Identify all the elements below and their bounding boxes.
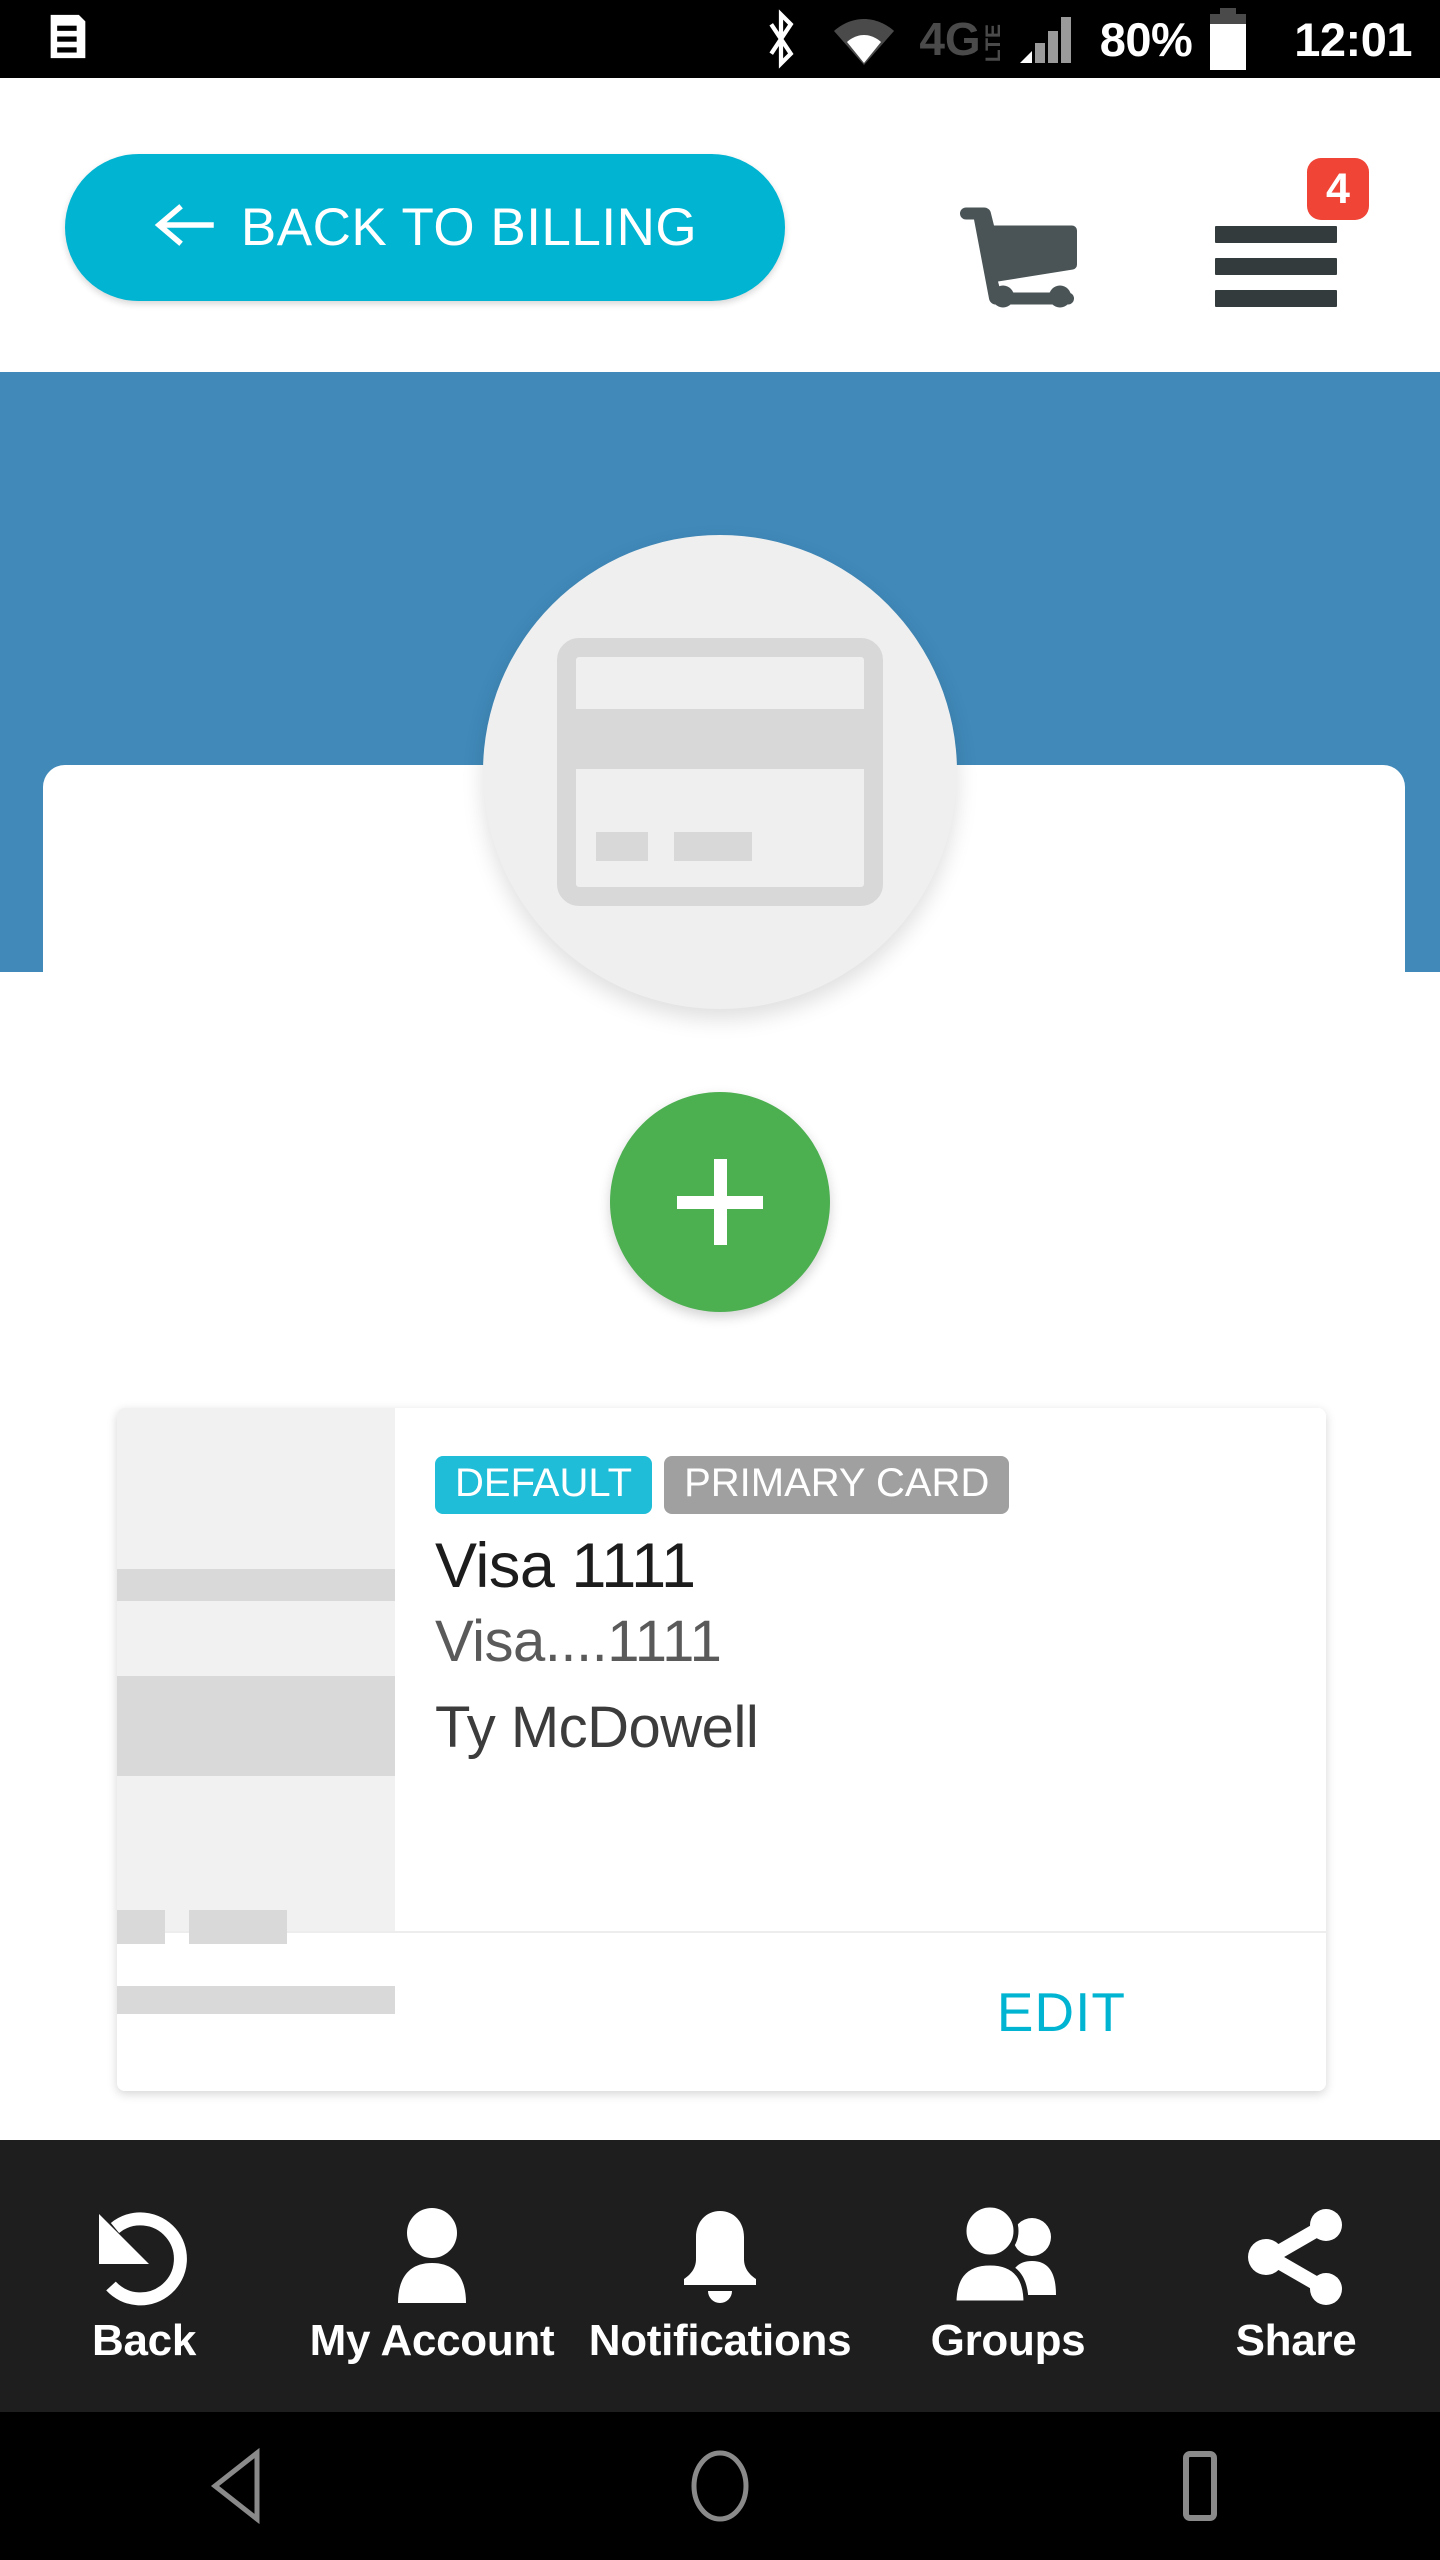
nav-item-back[interactable]: Back — [0, 2140, 288, 2412]
placeholder-bar-4 — [189, 1910, 287, 1944]
status-bar: 4G LTE 80% 12:01 — [0, 0, 1440, 78]
credit-card-icon — [557, 638, 883, 906]
nav-item-notifications[interactable]: Notifications — [576, 2140, 864, 2412]
share-icon — [1244, 2201, 1348, 2313]
card-magnetic-stripe — [576, 709, 864, 769]
nav-label-groups: Groups — [930, 2316, 1086, 2365]
nav-label-my-account: My Account — [309, 2316, 555, 2365]
battery-percent-label: 80% — [1099, 12, 1193, 66]
payment-method-badges: DEFAULT PRIMARY CARD — [435, 1456, 1326, 1514]
nav-label-share: Share — [1235, 2316, 1357, 2365]
menu-bar-2 — [1215, 258, 1337, 275]
menu-bar-1 — [1215, 226, 1337, 243]
edit-payment-method-button[interactable]: EDIT — [997, 1980, 1126, 2044]
payment-method-card[interactable]: DEFAULT PRIMARY CARD Visa 1111 Visa....1… — [117, 1408, 1326, 2091]
hamburger-menu-icon[interactable]: 4 — [1215, 158, 1369, 308]
payment-method-details: DEFAULT PRIMARY CARD Visa 1111 Visa....1… — [395, 1408, 1326, 1931]
credit-card-hero-avatar — [483, 535, 957, 1009]
square-recents-icon[interactable] — [960, 2447, 1440, 2525]
undo-arrow-icon — [91, 2201, 197, 2313]
back-to-billing-button[interactable]: BACK TO BILLING — [65, 154, 785, 301]
placeholder-bar-5 — [117, 1986, 395, 2014]
nav-label-notifications: Notifications — [588, 2316, 852, 2365]
triangle-back-icon[interactable] — [0, 2447, 480, 2525]
app-bottom-nav: Back My Account Notifications Groups Sha… — [0, 2140, 1440, 2412]
status-badge-default: DEFAULT — [435, 1456, 653, 1514]
add-payment-method-button[interactable] — [610, 1092, 830, 1312]
android-system-nav — [0, 2412, 1440, 2560]
placeholder-bar-2 — [117, 1676, 395, 1776]
arrow-left-icon — [153, 200, 215, 255]
people-group-icon — [950, 2201, 1066, 2313]
app-header: BACK TO BILLING 4 — [0, 78, 1440, 372]
menu-badge-count: 4 — [1307, 158, 1369, 220]
person-icon — [390, 2201, 474, 2313]
payment-method-cardholder: Ty McDowell — [435, 1694, 759, 1760]
circle-home-icon[interactable] — [480, 2447, 960, 2525]
nav-label-back: Back — [92, 2316, 196, 2365]
status-badge-primary: PRIMARY CARD — [664, 1456, 1010, 1514]
message-icon — [42, 11, 94, 68]
placeholder-bar-1 — [117, 1569, 395, 1601]
card-detail-block-1 — [596, 832, 648, 861]
card-detail-block-2 — [674, 832, 752, 861]
placeholder-bar-3 — [117, 1910, 165, 1944]
back-to-billing-label: BACK TO BILLING — [240, 198, 698, 257]
plus-icon-vertical — [713, 1159, 727, 1245]
nav-item-groups[interactable]: Groups — [864, 2140, 1152, 2412]
nav-item-share[interactable]: Share — [1152, 2140, 1440, 2412]
clock-label: 12:01 — [1294, 12, 1412, 66]
nav-item-my-account[interactable]: My Account — [288, 2140, 576, 2412]
shopping-cart-icon[interactable] — [960, 196, 1080, 313]
payment-method-title: Visa 1111 — [435, 1531, 696, 1601]
signal-bars-icon — [1018, 13, 1074, 65]
payment-method-body: DEFAULT PRIMARY CARD Visa 1111 Visa....1… — [117, 1408, 1326, 2014]
network-type-icon: 4G LTE — [919, 13, 1005, 65]
menu-bar-3 — [1215, 290, 1337, 307]
bell-icon — [676, 2201, 764, 2313]
payment-method-masked-number: Visa....1111 — [435, 1609, 722, 1675]
status-indicators: 4G LTE 80% 12:01 — [761, 8, 1412, 70]
battery-icon — [1206, 8, 1250, 70]
wifi-icon — [831, 13, 897, 65]
card-placeholder-image — [117, 1408, 395, 2014]
bluetooth-icon — [761, 8, 801, 70]
